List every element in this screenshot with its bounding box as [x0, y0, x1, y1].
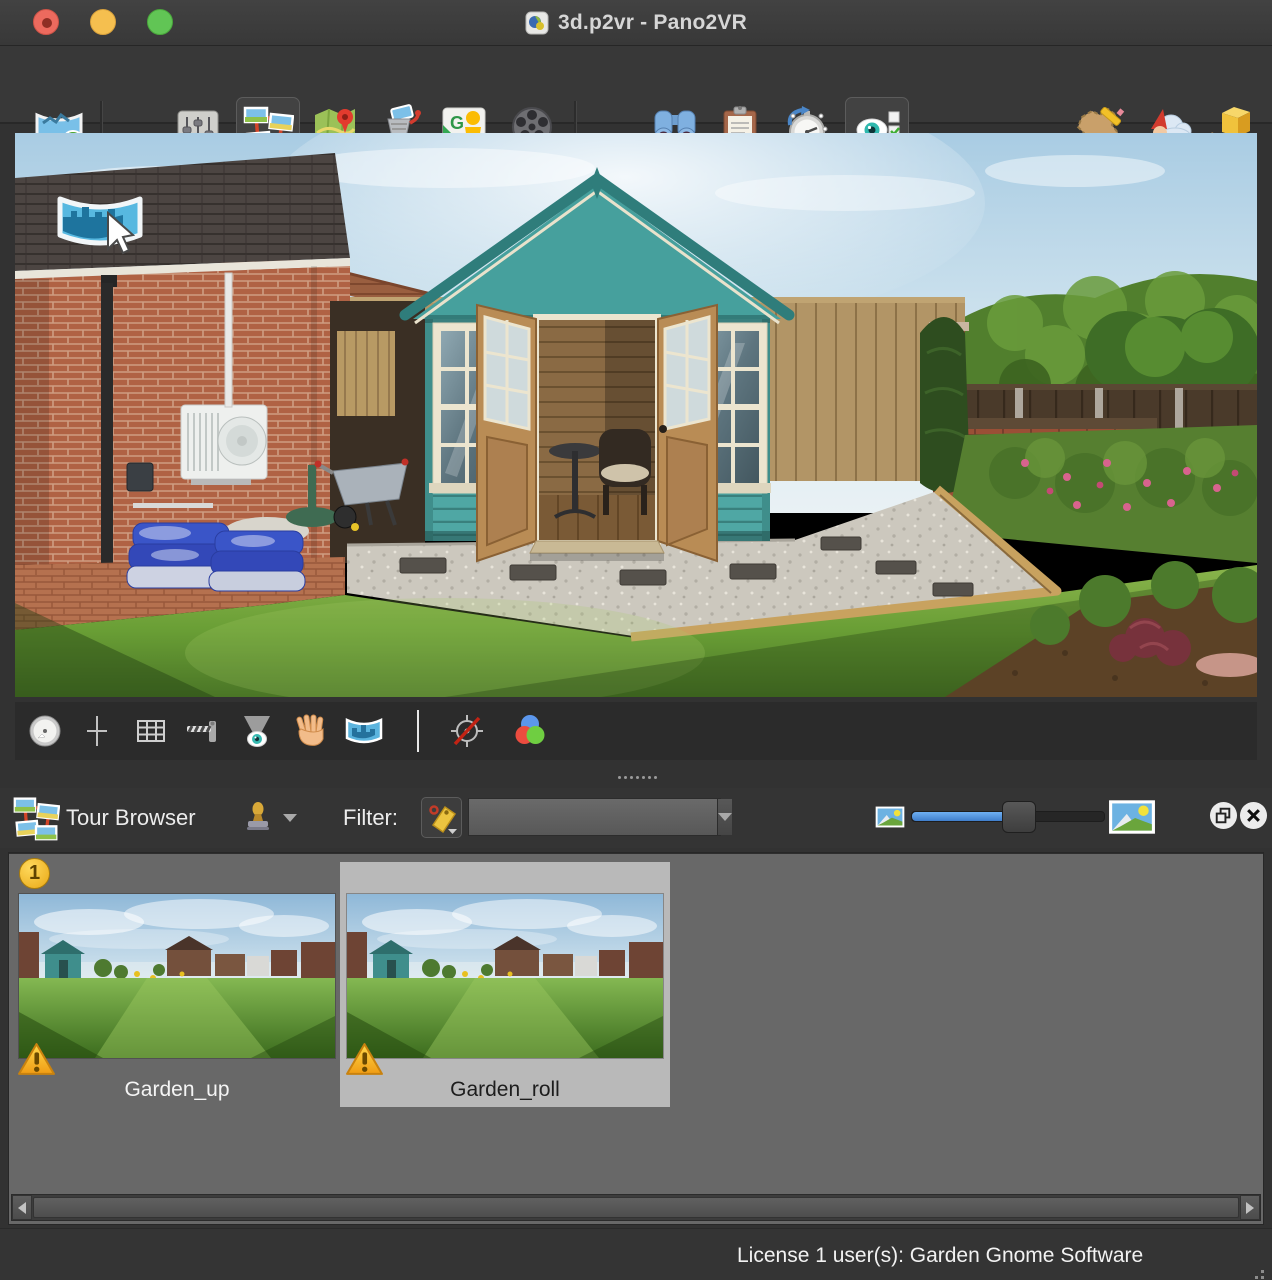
float-window-icon [1209, 801, 1238, 830]
panorama-hotspot[interactable] [53, 185, 147, 263]
stamp-dropdown-caret [283, 814, 297, 822]
barrier-icon [185, 713, 221, 749]
id-stamp-button[interactable] [243, 799, 299, 837]
svg-text:G: G [450, 113, 464, 133]
garden-panorama-image [15, 133, 1257, 697]
filter-tag-button[interactable] [421, 797, 462, 838]
close-panel-button[interactable] [1239, 801, 1268, 830]
scroll-right-button[interactable] [1240, 1195, 1260, 1220]
scrollbar-thumb[interactable] [33, 1197, 1239, 1218]
stamp-icon [243, 801, 277, 835]
view-cone-eye-icon [239, 713, 275, 749]
arrow-right-icon [1246, 1202, 1254, 1214]
splitter-handle[interactable] [618, 776, 621, 779]
panorama-tile-garden-up[interactable]: 1 Garden_up [12, 862, 342, 1107]
app-icon [525, 11, 549, 35]
crosshair-icon [79, 713, 115, 749]
grid-button[interactable] [131, 711, 171, 751]
chevron-down-icon [718, 813, 732, 821]
warning-icon [17, 1042, 56, 1077]
slider-handle[interactable] [1002, 801, 1036, 833]
start-panorama-badge: 1 [19, 858, 50, 889]
garden-roll-thumbnail [347, 894, 663, 1058]
target-disabled-icon [449, 713, 485, 749]
pan-mode-button[interactable] [291, 711, 331, 751]
reset-view-button[interactable] [447, 711, 487, 751]
zoom-window-button[interactable] [147, 9, 173, 35]
tag-icon [425, 801, 459, 835]
filter-label: Filter: [343, 805, 398, 831]
panorama-name: Garden_roll [340, 1078, 670, 1102]
crosshair-button[interactable] [77, 711, 117, 751]
panorama-tile-garden-roll[interactable]: Garden_roll [340, 862, 670, 1107]
horizontal-scrollbar[interactable] [11, 1194, 1261, 1221]
title-bar[interactable]: 3d.p2vr - Pano2VR [0, 0, 1272, 46]
resize-grip[interactable] [1261, 1270, 1264, 1273]
thumbnail-size-small-icon [875, 805, 905, 829]
panorama-viewport[interactable] [15, 133, 1257, 697]
filter-combobox[interactable] [468, 798, 721, 836]
grid-icon [133, 713, 169, 749]
panorama-name: Garden_up [12, 1078, 342, 1102]
filter-input[interactable] [469, 799, 717, 835]
main-toolbar: G [0, 46, 1272, 124]
license-status: License 1 user(s): Garden Gnome Software [737, 1244, 1143, 1268]
projection-button[interactable] [344, 711, 384, 751]
thumbnail-size-slider[interactable] [911, 811, 1105, 822]
tour-browser-header: Tour Browser Filter: [0, 788, 1272, 848]
app-window: 3d.p2vr - Pano2VR G [0, 0, 1272, 1280]
field-of-view-button[interactable] [237, 711, 277, 751]
status-bar: License 1 user(s): Garden Gnome Software [0, 1228, 1272, 1280]
thumbnail-size-large-icon [1108, 799, 1156, 835]
window-title: 3d.p2vr - Pano2VR [558, 11, 747, 35]
tour-browser-panel-icon [12, 794, 60, 842]
compass-button[interactable] [25, 711, 65, 751]
close-window-button[interactable] [33, 9, 59, 35]
compass-icon [27, 713, 63, 749]
viewer-toolbar [15, 702, 1257, 760]
window-controls [33, 9, 173, 35]
arrow-left-icon [18, 1202, 26, 1214]
tour-browser-title: Tour Browser [66, 805, 196, 831]
color-correction-button[interactable] [510, 711, 550, 751]
undock-panel-button[interactable] [1209, 801, 1238, 830]
rgb-circles-icon [512, 713, 548, 749]
garden-up-thumbnail [19, 894, 335, 1058]
tour-browser-list: 1 Garden_up Garden_roll [8, 852, 1264, 1225]
warning-icon [345, 1042, 384, 1077]
limits-button[interactable] [183, 711, 223, 751]
viewer-toolbar-separator [417, 710, 419, 752]
minimize-window-button[interactable] [90, 9, 116, 35]
panorama-hotspot-icon [53, 185, 147, 263]
close-icon [1239, 801, 1268, 830]
filter-dropdown-button[interactable] [717, 799, 732, 835]
panorama-projection-icon [344, 715, 384, 747]
hand-icon [293, 713, 329, 749]
scroll-left-button[interactable] [12, 1195, 32, 1220]
